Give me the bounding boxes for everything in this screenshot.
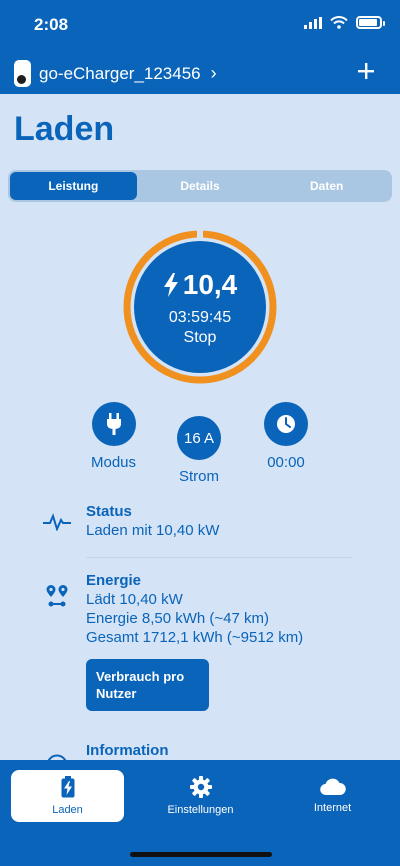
battery-icon [356,16,385,29]
nav-laden[interactable]: Laden [11,770,124,822]
energy-line-total: Gesamt 1712,1 kWh (~9512 km) [86,629,304,646]
nav-laden-label: Laden [52,804,83,816]
nav-internet-label: Internet [313,802,352,814]
power-value: 10,4 [182,269,238,300]
route-icon [46,585,68,607]
energy-title: Energie [86,572,142,589]
gear-icon [189,776,212,798]
current-control[interactable]: 16 A Strom [177,416,221,485]
add-device-button[interactable] [358,56,374,84]
plus-icon [358,63,374,79]
bottom-navigation: Laden Einstellungen Internet [0,760,400,866]
timer-control[interactable]: 00:00 [264,402,308,471]
top-bar: 2:08 go-eCharger_123456 › [0,0,400,94]
lightning-icon [163,273,178,297]
gauge-content: 10,4 03:59:45 Stop [122,229,278,385]
elapsed-time: 03:59:45 [168,309,232,326]
divider [86,557,352,558]
status-time: 2:08 [34,15,69,34]
tab-details[interactable]: Details [137,172,264,200]
nav-einstellungen-label: Einstellungen [167,804,234,816]
status-title: Status [86,503,132,520]
status-icons [304,16,385,29]
energy-section: Energie Lädt 10,40 kW Energie 8,50 kWh (… [40,572,303,646]
stop-button[interactable]: Stop [184,329,217,347]
tab-daten[interactable]: Daten [263,172,390,200]
wifi-icon [330,16,348,29]
device-selector[interactable]: go-eCharger_123456 › [14,60,217,87]
battery-charging-icon [61,776,74,798]
mode-control[interactable]: Modus [91,402,136,471]
status-text: Laden mit 10,40 kW [86,522,220,539]
current-button[interactable]: 16 A [177,416,221,460]
home-indicator [130,852,272,857]
nav-internet[interactable]: Internet [276,770,389,822]
clock-icon [277,415,295,433]
page-title: Laden [14,110,115,148]
timer-label: 00:00 [267,454,305,471]
usage-per-user-button[interactable]: Verbrauch pro Nutzer [86,659,209,711]
cloud-icon [319,778,346,796]
charger-icon [14,60,31,87]
plug-icon [106,413,121,435]
timer-button[interactable] [264,402,308,446]
tab-leistung[interactable]: Leistung [10,172,137,200]
mode-label: Modus [91,454,137,471]
mode-button[interactable] [91,402,136,446]
segmented-tabs: Leistung Details Daten [8,170,392,202]
device-name: go-eCharger_123456 [39,63,201,83]
current-label: Strom [178,468,219,485]
pulse-icon [43,513,71,531]
nav-einstellungen[interactable]: Einstellungen [144,770,257,822]
information-title: Information [86,742,169,759]
status-section: Status Laden mit 10,40 kW [40,503,219,539]
chevron-right-icon: › [210,63,217,83]
energy-line-session: Energie 8,50 kWh (~47 km) [86,610,269,627]
energy-line-charging: Lädt 10,40 kW [86,591,183,608]
signal-icon [304,16,322,29]
